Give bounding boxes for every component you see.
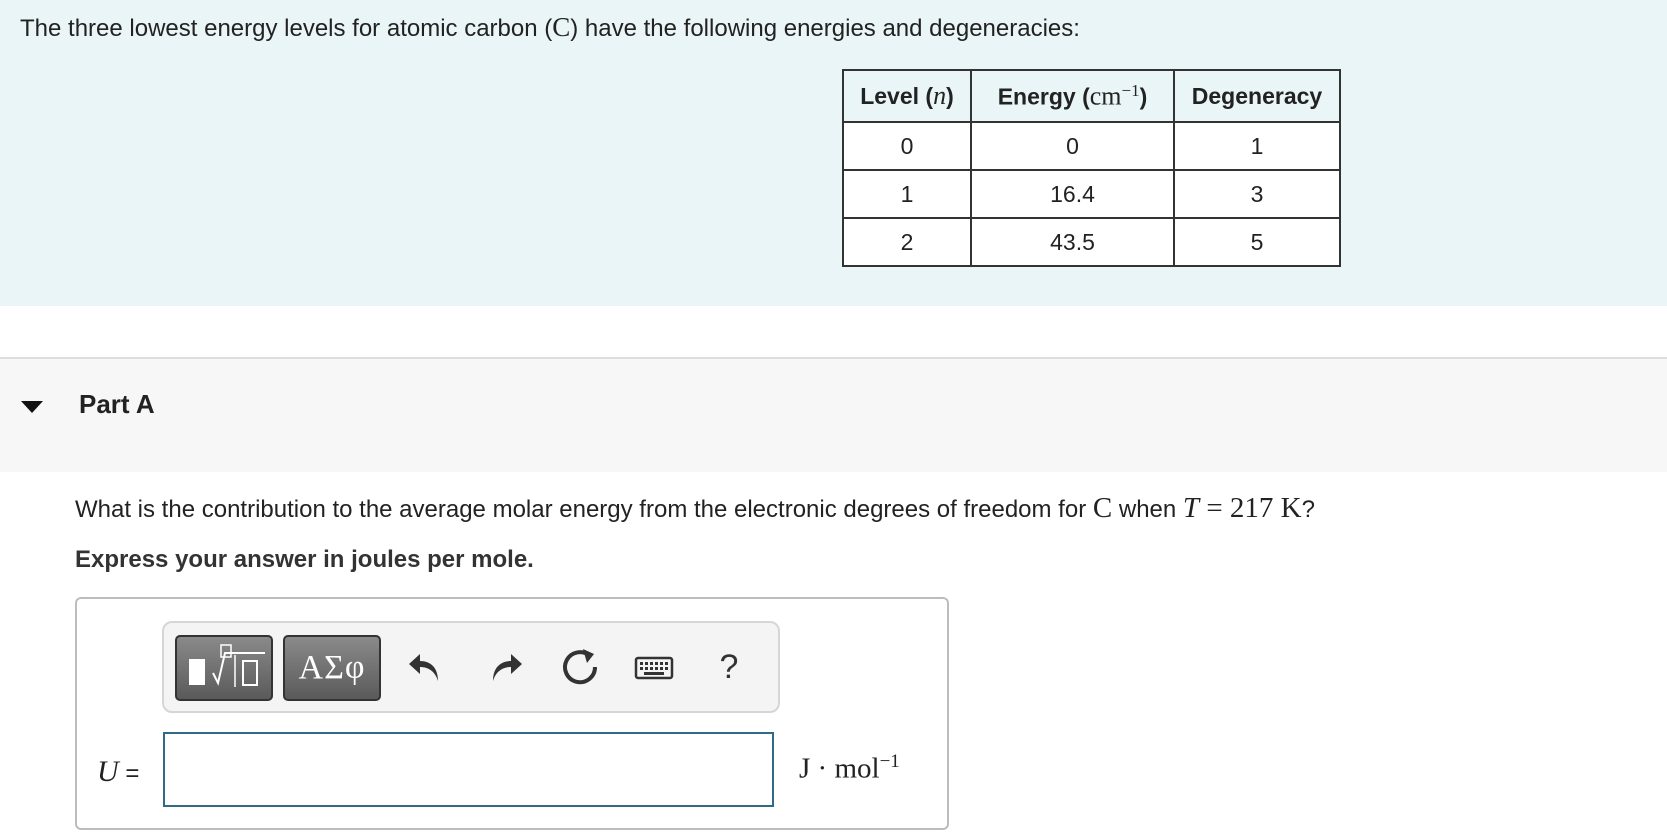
cell-degeneracy: 3 [1173, 169, 1341, 219]
cell-energy: 43.5 [970, 217, 1175, 267]
part-a-header[interactable]: Part A [0, 359, 1667, 472]
cell-level: 1 [842, 169, 972, 219]
temperature-value: = 217 K [1199, 492, 1302, 524]
cell-energy: 0 [970, 121, 1175, 171]
question-text: What is the contribution to the average … [75, 492, 1315, 526]
carbon-symbol: C [552, 12, 571, 42]
energy-levels-table: Level (n) Energy (cm−1) Degeneracy 0 0 1… [842, 69, 1341, 267]
cell-energy: 16.4 [970, 169, 1175, 219]
templates-button[interactable] [175, 635, 273, 701]
help-button[interactable]: ? [705, 643, 753, 691]
unit-base: J · mol [799, 752, 880, 785]
answer-box: ΑΣφ ? U = J · mol−1 [75, 597, 949, 830]
part-title: Part A [79, 389, 155, 419]
table-row: 0 0 1 [842, 121, 1341, 171]
cell-degeneracy: 1 [1173, 121, 1341, 171]
table-header-row: Level (n) Energy (cm−1) Degeneracy [842, 69, 1341, 123]
undo-icon[interactable] [404, 643, 452, 691]
problem-intro: The three lowest energy levels for atomi… [0, 0, 1667, 306]
cell-degeneracy: 5 [1173, 217, 1341, 267]
answer-variable: U [97, 755, 119, 788]
question-text-2: when [1112, 496, 1183, 523]
unit-exponent: −1 [879, 751, 900, 772]
intro-text-before: The three lowest energy levels for atomi… [20, 15, 553, 42]
equals-sign: = [118, 760, 140, 787]
question-text-1: What is the contribution to the average … [75, 496, 1093, 523]
intro-text-after: ) have the following energies and degene… [570, 15, 1080, 42]
keyboard-icon[interactable] [630, 643, 678, 691]
reset-icon[interactable] [556, 643, 604, 691]
header-level: Level (n) [842, 69, 972, 123]
redo-icon[interactable] [479, 643, 527, 691]
answer-input[interactable] [163, 732, 774, 807]
cell-level: 2 [842, 217, 972, 267]
question-mark: ? [1301, 496, 1315, 523]
collapse-caret-icon[interactable] [21, 401, 43, 413]
table-row: 2 43.5 5 [842, 217, 1341, 267]
intro-text: The three lowest energy levels for atomi… [20, 12, 1080, 44]
header-energy: Energy (cm−1) [970, 69, 1175, 123]
answer-instruction: Express your answer in joules per mole. [75, 546, 534, 573]
cell-level: 0 [842, 121, 972, 171]
answer-units: J · mol−1 [799, 751, 900, 786]
greek-symbols-button[interactable]: ΑΣφ [283, 635, 381, 701]
carbon-symbol-question: C [1092, 492, 1113, 524]
header-degeneracy: Degeneracy [1173, 69, 1341, 123]
temperature-variable: T [1182, 492, 1200, 524]
templates-icon [189, 644, 265, 687]
table-row: 1 16.4 3 [842, 169, 1341, 219]
math-toolbar: ΑΣφ ? [162, 621, 780, 713]
answer-variable-label: U = [97, 755, 139, 789]
